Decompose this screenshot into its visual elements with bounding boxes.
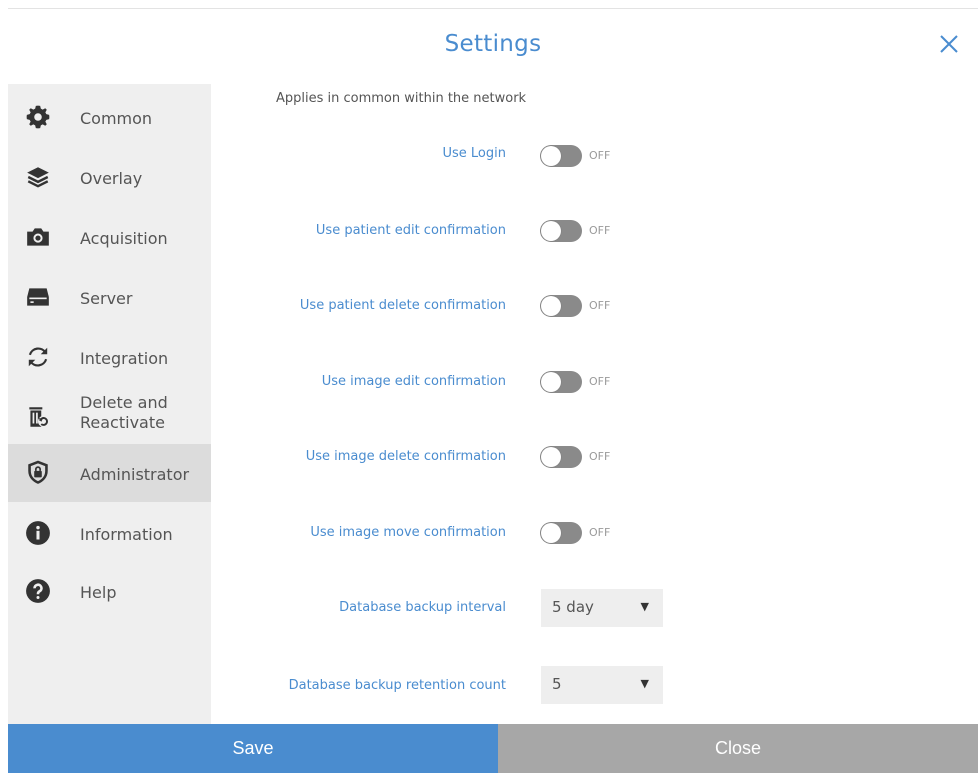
gear-icon [26, 105, 50, 129]
sync-icon [28, 347, 48, 367]
patient-edit-confirmation-toggle[interactable] [540, 220, 582, 242]
sidebar-item-administrator[interactable]: Administrator [8, 444, 211, 502]
image-delete-confirmation-toggle[interactable] [540, 446, 582, 468]
selected-value: 5 [552, 675, 562, 693]
use-login-toggle[interactable] [540, 145, 582, 167]
sidebar-item-delete-and-reactivate[interactable]: Delete and Reactivate [8, 386, 211, 444]
sidebar-item-label: Acquisition [80, 229, 168, 248]
toggle-knob [541, 523, 561, 543]
sidebar-item-label: Help [80, 583, 117, 602]
toggle-knob [541, 296, 561, 316]
sidebar-item-label: Information [80, 525, 173, 544]
patient-delete-confirmation-label: Use patient delete confirmation [299, 298, 506, 313]
toggle-state: OFF [589, 375, 611, 388]
sidebar-item-label: Overlay [80, 169, 143, 188]
sidebar-item-label: Server [80, 289, 133, 308]
dialog-title: Settings [444, 31, 542, 57]
use-login-label: Use Login [442, 146, 507, 161]
image-edit-confirmation-label: Use image edit confirmation [321, 374, 506, 389]
toggle-knob [541, 221, 561, 241]
sidebar-item-integration[interactable]: Integration [8, 328, 211, 386]
image-edit-confirmation-toggle[interactable] [540, 371, 582, 393]
sidebar-item-label: Common [80, 109, 153, 128]
sidebar-item-server[interactable]: Server [8, 268, 211, 326]
toggle-knob [541, 447, 561, 467]
dialog-header: Settings [8, 8, 978, 85]
sidebar-item-label: Administrator [80, 465, 190, 484]
server-icon [27, 288, 49, 306]
save-button[interactable]: Save [8, 724, 498, 773]
layers-icon [27, 167, 49, 188]
backup-interval-label: Database backup interval [339, 600, 506, 615]
settings-content: Applies in common within the network Use… [211, 84, 978, 724]
info-icon [26, 521, 50, 545]
help-icon [26, 579, 50, 603]
camera-icon [27, 228, 49, 246]
settings-sidebar: Common Overlay Acquisition Server Integr… [8, 84, 211, 724]
selected-value: 5 day [552, 598, 594, 616]
image-move-confirmation-toggle[interactable] [540, 522, 582, 544]
toggle-state: OFF [589, 299, 611, 312]
sidebar-item-information[interactable]: Information [8, 504, 211, 562]
shield-lock-icon [28, 460, 48, 484]
sidebar-item-label: Delete and Reactivate [80, 393, 168, 432]
sidebar-item-acquisition[interactable]: Acquisition [8, 208, 211, 266]
toggle-state: OFF [589, 450, 611, 463]
sidebar-item-common[interactable]: Common [8, 88, 211, 146]
sidebar-item-label: Integration [80, 349, 169, 368]
toggle-knob [541, 372, 561, 392]
patient-delete-confirmation-toggle[interactable] [540, 295, 582, 317]
dropdown-arrow-icon: ▼ [640, 677, 649, 690]
toggle-state: OFF [589, 149, 611, 162]
toggle-knob [541, 146, 561, 166]
close-button[interactable]: Close [498, 724, 978, 773]
patient-edit-confirmation-label: Use patient edit confirmation [315, 223, 506, 238]
section-description: Applies in common within the network [276, 91, 527, 106]
restore-bin-icon [29, 407, 49, 427]
dropdown-arrow-icon: ▼ [640, 600, 649, 613]
sidebar-item-help[interactable]: Help [8, 562, 211, 620]
toggle-state: OFF [589, 526, 611, 539]
backup-retention-count-label: Database backup retention count [288, 678, 506, 693]
image-move-confirmation-label: Use image move confirmation [310, 525, 506, 540]
toggle-state: OFF [589, 224, 611, 237]
backup-retention-count-select[interactable]: 5 ▼ [541, 666, 663, 704]
backup-interval-select[interactable]: 5 day ▼ [541, 589, 663, 627]
image-delete-confirmation-label: Use image delete confirmation [305, 449, 506, 464]
sidebar-item-overlay[interactable]: Overlay [8, 148, 211, 206]
close-icon[interactable] [938, 33, 960, 55]
